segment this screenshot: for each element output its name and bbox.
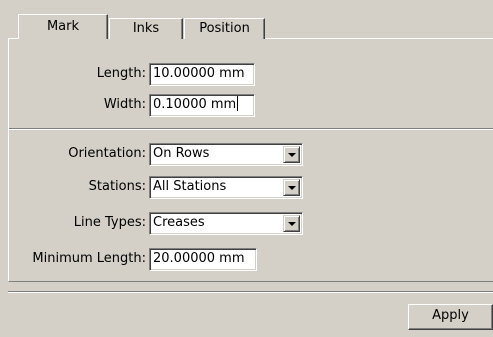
width-label: Width: bbox=[103, 97, 146, 112]
stations-select[interactable]: All Stations bbox=[149, 176, 303, 199]
chevron-down-icon[interactable] bbox=[283, 179, 300, 196]
apply-button[interactable]: Apply bbox=[408, 304, 493, 330]
orientation-value: On Rows bbox=[153, 146, 210, 161]
tab-position[interactable]: Position bbox=[184, 18, 265, 39]
line-types-value: Creases bbox=[153, 215, 205, 230]
chevron-down-icon[interactable] bbox=[283, 215, 300, 232]
width-field[interactable]: 0.10000 mm bbox=[149, 94, 255, 117]
tab-inks-label: Inks bbox=[132, 21, 160, 36]
tab-position-label: Position bbox=[199, 21, 250, 36]
mark-settings-dialog: Mark Inks Position Length: 10.00000 mm W… bbox=[0, 0, 493, 337]
length-value: 10.00000 mm bbox=[153, 66, 245, 81]
footer-divider bbox=[8, 291, 493, 293]
tab-mark-label: Mark bbox=[46, 19, 80, 34]
minimum-length-label: Minimum Length: bbox=[32, 251, 146, 266]
line-types-select[interactable]: Creases bbox=[149, 212, 303, 235]
tab-inks[interactable]: Inks bbox=[109, 18, 183, 39]
apply-button-label: Apply bbox=[432, 308, 469, 323]
minimum-length-field[interactable]: 20.00000 mm bbox=[149, 248, 257, 271]
length-field[interactable]: 10.00000 mm bbox=[149, 63, 255, 86]
text-caret bbox=[237, 96, 239, 111]
stations-value: All Stations bbox=[153, 179, 227, 194]
tab-mark[interactable]: Mark bbox=[18, 14, 108, 39]
orientation-label: Orientation: bbox=[68, 146, 146, 161]
line-types-label: Line Types: bbox=[73, 215, 146, 230]
orientation-select[interactable]: On Rows bbox=[149, 143, 303, 166]
width-value: 0.10000 mm bbox=[153, 97, 237, 112]
stations-label: Stations: bbox=[88, 179, 146, 194]
length-label: Length: bbox=[96, 66, 146, 81]
chevron-down-icon[interactable] bbox=[283, 146, 300, 163]
minimum-length-value: 20.00000 mm bbox=[153, 251, 245, 266]
section-divider bbox=[9, 128, 493, 130]
